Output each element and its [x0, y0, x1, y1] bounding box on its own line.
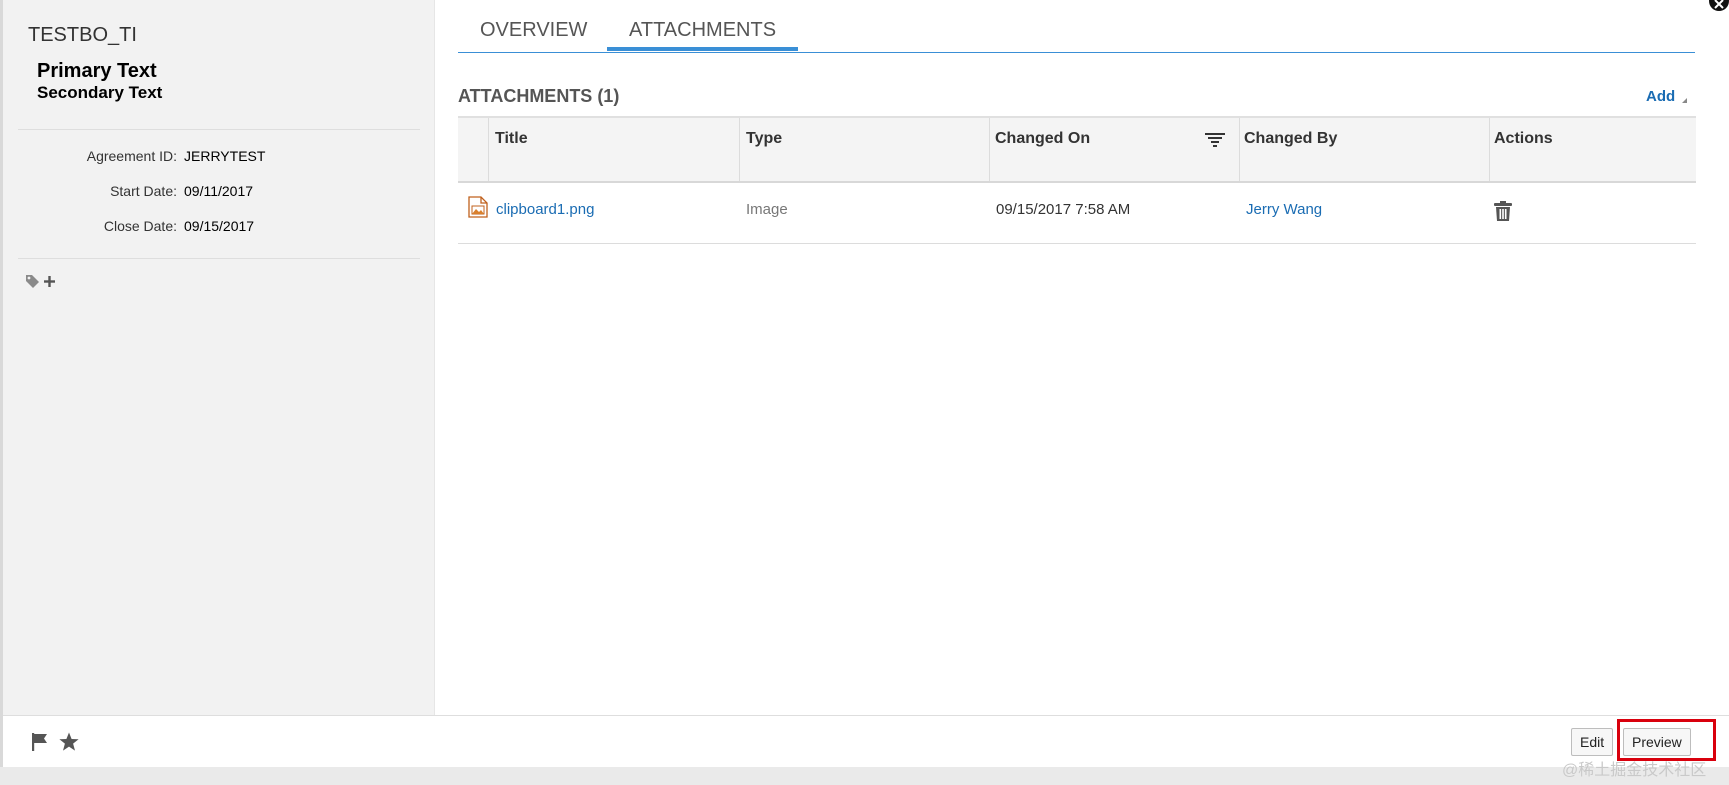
watermark-text: @稀土掘金技术社区 — [1562, 762, 1707, 779]
tab-bar: OVERVIEW ATTACHMENTS — [458, 0, 1695, 53]
attachments-table: Title Type Changed On Changed By Actions… — [458, 116, 1696, 244]
column-header-changed-by[interactable]: Changed By — [1244, 130, 1337, 148]
table-row: clipboard1.png Image 09/15/2017 7:58 AM … — [458, 183, 1696, 244]
attachment-changed-on: 09/15/2017 7:58 AM — [996, 201, 1131, 218]
highlight-box — [1617, 719, 1716, 761]
dropdown-corner-icon — [1682, 98, 1687, 103]
close-icon[interactable] — [1709, 0, 1729, 11]
column-divider — [989, 118, 990, 181]
tab-attachments[interactable]: ATTACHMENTS — [607, 17, 799, 51]
footer-bar — [3, 715, 1729, 768]
attachment-changed-by-link[interactable]: Jerry Wang — [1246, 201, 1322, 218]
agreement-id-value: JERRYTEST — [184, 148, 266, 164]
column-header-actions[interactable]: Actions — [1494, 130, 1553, 148]
sort-filter-icon[interactable] — [1205, 132, 1225, 148]
close-date-value: 09/15/2017 — [184, 218, 255, 234]
edit-button[interactable]: Edit — [1571, 728, 1614, 756]
divider — [18, 129, 420, 130]
trash-icon[interactable] — [1494, 201, 1512, 221]
start-date-label: Start Date: — [110, 183, 177, 199]
attachment-type: Image — [746, 201, 788, 218]
start-date-value: 09/11/2017 — [184, 183, 254, 199]
column-divider — [739, 118, 740, 181]
column-header-type[interactable]: Type — [746, 130, 782, 148]
flag-icon[interactable] — [31, 733, 49, 751]
star-icon[interactable] — [59, 732, 79, 752]
primary-text: Primary Text — [37, 60, 157, 82]
agreement-id-label: Agreement ID: — [86, 148, 177, 164]
table-header: Title Type Changed On Changed By Actions — [458, 116, 1696, 183]
tag-icon — [26, 275, 39, 288]
add-tag-button[interactable] — [25, 274, 55, 288]
column-header-changed-on[interactable]: Changed On — [995, 130, 1090, 148]
column-divider — [488, 118, 489, 181]
tab-overview[interactable]: OVERVIEW — [458, 17, 609, 51]
window-bottom-border — [0, 767, 1729, 785]
plus-icon — [44, 275, 55, 287]
column-header-title[interactable]: Title — [495, 130, 528, 148]
column-divider — [1489, 118, 1490, 181]
attachment-title-link[interactable]: clipboard1.png — [496, 201, 594, 218]
image-file-icon — [468, 196, 488, 218]
add-attachment-link[interactable]: Add — [1646, 88, 1675, 105]
column-divider — [1239, 118, 1240, 181]
attachments-section-title: ATTACHMENTS (1) — [458, 86, 620, 106]
object-header-panel: TESTBO_TI Primary Text Secondary Text Ag… — [3, 0, 435, 715]
secondary-text: Secondary Text — [37, 83, 163, 102]
close-date-label: Close Date: — [103, 218, 177, 234]
object-title: TESTBO_TI — [28, 24, 137, 46]
divider — [18, 258, 420, 259]
close-x-glyph — [1714, 0, 1724, 9]
